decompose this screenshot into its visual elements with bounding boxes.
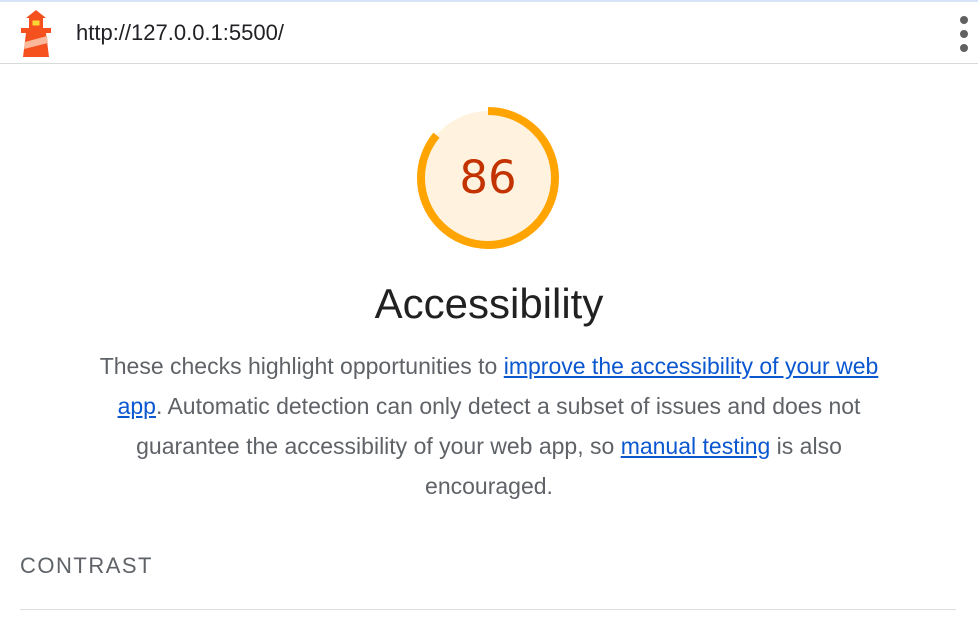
accessibility-score-gauge: 86	[414, 104, 562, 252]
manual-testing-link[interactable]: manual testing	[621, 433, 771, 459]
lighthouse-logo-icon	[18, 8, 54, 58]
report-topbar: http://127.0.0.1:5500/	[0, 2, 978, 64]
category-description: These checks highlight opportunities to …	[90, 346, 888, 506]
category-title: Accessibility	[374, 280, 604, 327]
more-vertical-icon-dot	[960, 44, 968, 52]
report-url: http://127.0.0.1:5500/	[76, 20, 284, 45]
description-text: These checks highlight opportunities to	[99, 353, 504, 379]
more-vertical-icon	[960, 16, 968, 24]
section-divider	[20, 609, 956, 610]
more-vertical-icon-dot	[960, 30, 968, 38]
more-options-button[interactable]	[952, 14, 976, 54]
score-value: 86	[459, 151, 517, 204]
contrast-section-header[interactable]: CONTRAST	[20, 552, 153, 580]
